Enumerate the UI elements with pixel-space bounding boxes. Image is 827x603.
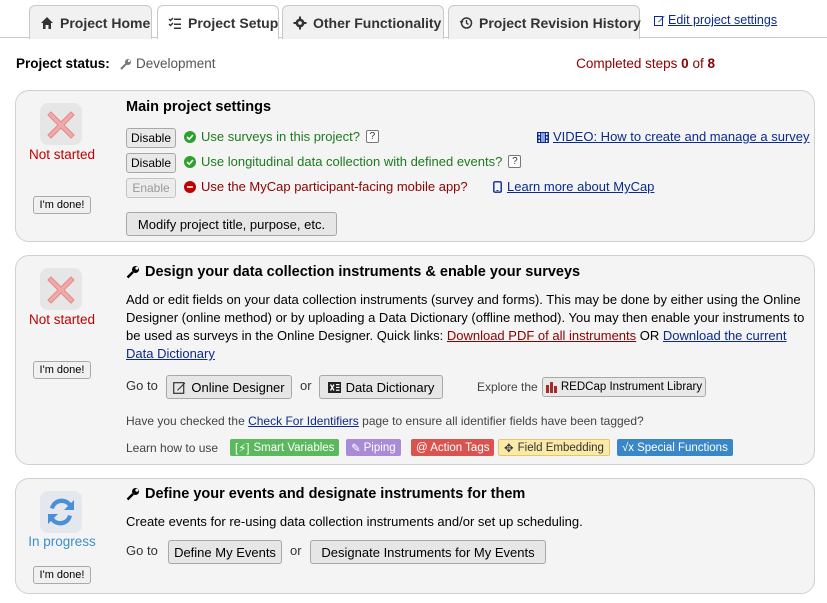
learn-label: Learn how to use <box>126 441 219 455</box>
help-icon[interactable]: ? <box>365 130 379 143</box>
wrench-icon <box>120 58 132 70</box>
not-started-icon <box>40 268 82 310</box>
step-main-project-settings: Not started I'm done! Main project setti… <box>15 90 815 242</box>
enable-mycap-button[interactable]: Enable <box>126 178 176 198</box>
explore-label: Explore the <box>477 380 538 394</box>
tab-project-setup[interactable]: Project Setup <box>157 5 279 39</box>
step-title: Design your data collection instruments … <box>126 264 580 280</box>
step-title: Main project settings <box>126 99 272 115</box>
goto-label: Go to <box>126 378 158 393</box>
identifiers-text: Have you checked the Check For Identifie… <box>126 414 644 428</box>
or-label: or <box>290 543 302 558</box>
list-check-icon <box>168 16 182 30</box>
modify-project-title-button[interactable]: Modify project title, purpose, etc. <box>126 212 337 236</box>
data-dictionary-button[interactable]: Data Dictionary <box>319 375 443 399</box>
in-progress-icon <box>40 491 82 533</box>
check-circle-icon <box>184 155 196 168</box>
smart-variables-badge[interactable]: [⚡] Smart Variables <box>230 439 340 456</box>
im-done-button[interactable]: I'm done! <box>33 361 91 379</box>
edit-icon <box>654 15 665 26</box>
tab-label: Project Home <box>60 14 151 31</box>
step-define-events: In progress I'm done! Define your events… <box>15 478 815 594</box>
wrench-icon <box>126 487 140 501</box>
online-designer-button[interactable]: Online Designer <box>166 375 292 399</box>
edit-icon <box>173 381 186 394</box>
minus-circle-icon <box>184 180 196 193</box>
goto-label: Go to <box>126 543 158 558</box>
project-status-value: Development <box>120 56 216 71</box>
designate-instruments-button[interactable]: Designate Instruments for My Events <box>310 540 546 564</box>
action-tags-badge[interactable]: @ Action Tags <box>411 439 495 456</box>
tab-other-functionality[interactable]: Other Functionality <box>282 5 444 39</box>
mobile-icon <box>493 180 502 193</box>
pen-icon: ✎ <box>351 442 361 455</box>
im-done-button[interactable]: I'm done! <box>33 566 91 584</box>
step-title: Define your events and designate instrum… <box>126 486 525 502</box>
tab-project-home[interactable]: Project Home <box>29 5 152 39</box>
tab-label: Other Functionality <box>313 14 442 31</box>
option-use-surveys: Use surveys in this project? ? <box>184 129 379 144</box>
field-embedding-badge[interactable]: ✥ Field Embedding <box>498 439 610 456</box>
step-state-text: Not started <box>28 312 96 327</box>
not-started-icon <box>40 103 82 145</box>
bolt-icon: [⚡] <box>235 442 250 455</box>
mycap-learn-link[interactable]: Learn more about MyCap <box>493 179 654 194</box>
download-pdf-link[interactable]: Download PDF of all instruments <box>447 328 636 343</box>
edit-project-settings-link[interactable]: Edit project settings <box>654 13 777 27</box>
library-icon <box>545 381 557 393</box>
help-icon[interactable]: ? <box>508 155 522 168</box>
completed-steps: Completed steps 0 of 8 <box>576 56 715 71</box>
history-icon <box>459 16 473 30</box>
excel-icon <box>327 381 341 394</box>
check-circle-icon <box>184 130 196 143</box>
special-functions-badge[interactable]: √x Special Functions <box>617 439 733 456</box>
home-icon <box>40 16 54 30</box>
step-design-instruments: Not started I'm done! Design your data c… <box>15 255 815 465</box>
project-status-label: Project status: <box>16 56 110 71</box>
step-state-text: Not started <box>28 147 96 162</box>
wrench-icon <box>126 265 140 279</box>
step-description: Create events for re-using data collecti… <box>126 514 583 529</box>
disable-longitudinal-button[interactable]: Disable <box>126 153 176 173</box>
project-status-row: Project status: Development Completed st… <box>16 56 811 72</box>
define-my-events-button[interactable]: Define My Events <box>168 540 282 564</box>
step-description: Add or edit fields on your data collecti… <box>126 292 805 361</box>
option-longitudinal: Use longitudinal data collection with de… <box>184 154 522 169</box>
option-mycap: Use the MyCap participant-facing mobile … <box>184 179 468 194</box>
check-for-identifiers-link[interactable]: Check For Identifiers <box>248 414 359 428</box>
tab-project-revision-history[interactable]: Project Revision History <box>448 5 641 39</box>
instrument-library-button[interactable]: REDCap Instrument Library <box>542 377 706 397</box>
step-state-text: In progress <box>28 534 96 549</box>
im-done-button[interactable]: I'm done! <box>33 196 91 214</box>
arrows-icon: ✥ <box>504 442 514 455</box>
sqrt-icon: √x <box>622 441 635 454</box>
video-link[interactable]: VIDEO: How to create and manage a survey <box>537 129 810 144</box>
gear-icon <box>293 16 307 30</box>
piping-badge[interactable]: ✎ Piping <box>346 439 401 456</box>
film-icon <box>537 131 549 143</box>
disable-surveys-button[interactable]: Disable <box>126 128 176 148</box>
tab-bar: Project Home Project Setup Other Functio… <box>0 0 827 39</box>
tab-label: Project Setup <box>188 14 279 31</box>
or-label: or <box>300 378 312 393</box>
tab-label: Project Revision History <box>479 14 641 31</box>
